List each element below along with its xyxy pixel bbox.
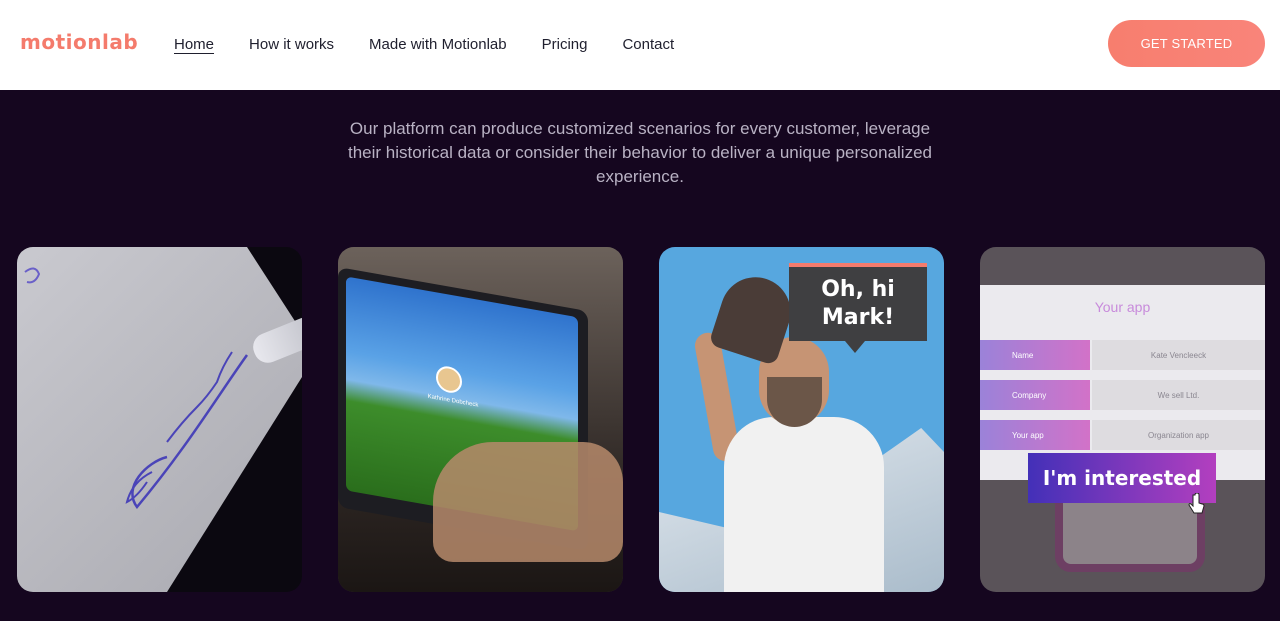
- form-row-label: Company: [980, 380, 1090, 410]
- app-form-image: Your app Name Kate Vencleeck Company We …: [980, 285, 1265, 480]
- form-row-value: Kate Vencleeck: [1092, 340, 1265, 370]
- card-laptop[interactable]: Kathrine Dobcheck: [338, 247, 623, 592]
- nav-pricing[interactable]: Pricing: [542, 35, 588, 55]
- form-row: Your app Organization app: [980, 420, 1265, 450]
- card-greeting[interactable]: Oh, hi Mark!: [659, 247, 944, 592]
- nav-home[interactable]: Home: [174, 35, 214, 55]
- main-nav: Home How it works Made with Motionlab Pr…: [174, 35, 674, 55]
- form-row-value: We sell Ltd.: [1092, 380, 1265, 410]
- man-tshirt-image: [724, 417, 884, 592]
- speech-bubble: Oh, hi Mark!: [789, 263, 927, 353]
- form-title: Your app: [1094, 299, 1151, 315]
- nav-contact[interactable]: Contact: [622, 35, 674, 55]
- motionlab-logo[interactable]: motionlab: [20, 30, 138, 54]
- user-avatar-icon: [436, 364, 462, 395]
- form-row: Company We sell Ltd.: [980, 380, 1265, 410]
- intro-text: Our platform can produce customized scen…: [347, 119, 932, 186]
- nav-how-it-works[interactable]: How it works: [249, 35, 334, 55]
- profile-name: Kathrine Dobcheck: [427, 393, 479, 409]
- form-row-label: Your app: [980, 420, 1090, 450]
- card-app-form[interactable]: Your app Name Kate Vencleeck Company We …: [980, 247, 1265, 592]
- form-row: Name Kate Vencleeck: [980, 340, 1265, 370]
- get-started-button[interactable]: GET STARTED: [1108, 20, 1265, 67]
- card-signature[interactable]: [17, 247, 302, 592]
- form-row-value: Organization app: [1092, 420, 1265, 450]
- nav-made-with-motionlab[interactable]: Made with Motionlab: [369, 35, 507, 55]
- form-row-label: Name: [980, 340, 1090, 370]
- hands-image: [433, 442, 623, 562]
- hand-pointer-icon: [1188, 493, 1205, 514]
- greeting-line-2: Mark!: [821, 305, 895, 330]
- site-header: motionlab Home How it works Made with Mo…: [0, 0, 1280, 90]
- signature-image: [24, 267, 249, 510]
- greeting-line-1: Oh, hi: [821, 277, 895, 302]
